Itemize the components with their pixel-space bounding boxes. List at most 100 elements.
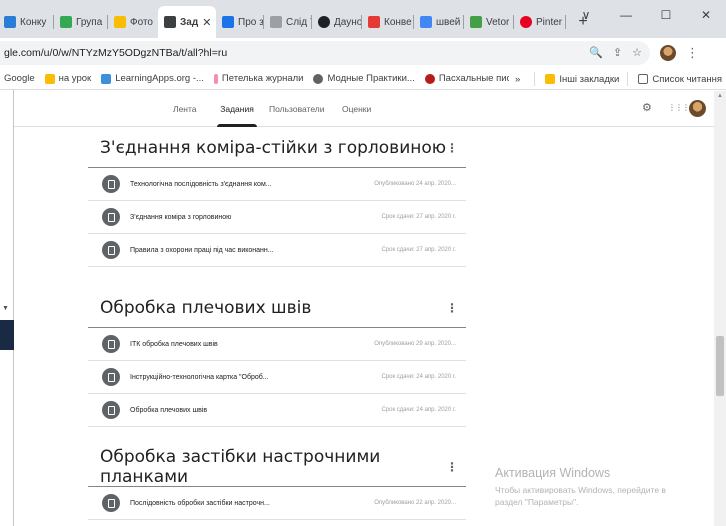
- maximize-button[interactable]: ☐: [646, 8, 686, 22]
- browser-tab[interactable]: Vetor: [464, 6, 514, 38]
- topic-section: З'єднання коміра-стійки з горловиною ⋮ Т…: [88, 133, 466, 267]
- account-avatar[interactable]: [689, 100, 706, 117]
- reading-list-button[interactable]: Список читання: [638, 74, 722, 85]
- scroll-down-arrow-icon: ▼: [2, 305, 9, 312]
- other-bookmarks-folder[interactable]: Інші закладки: [545, 74, 619, 85]
- topic-menu-icon[interactable]: ⋮: [446, 141, 458, 155]
- assignment-title: Послідовність обробки застібки настрочн.…: [130, 499, 270, 507]
- assignment-row[interactable]: ІТК обробка плечових швів Опубликовано 2…: [88, 328, 466, 361]
- material-icon: [102, 175, 120, 193]
- tab-favicon-icon: [222, 16, 234, 28]
- assignment-title: З'єднання коміра з горловиною: [130, 213, 232, 221]
- learningapps-icon: [101, 73, 112, 84]
- tab-favicon-icon: [4, 16, 16, 28]
- page-scrollbar[interactable]: ▲: [714, 91, 726, 526]
- assignment-icon: [102, 401, 120, 419]
- bookmark-icon: [424, 73, 435, 84]
- bookmark-item[interactable]: Google: [4, 73, 35, 84]
- tab-grades[interactable]: Оценки: [342, 91, 371, 127]
- topic-section: Обробка плечових швів ⋮ ІТК обробка плеч…: [88, 293, 466, 427]
- close-window-button[interactable]: ✕: [686, 8, 726, 22]
- tab-favicon-icon: [470, 16, 482, 28]
- tab-favicon-icon: [270, 16, 282, 28]
- share-icon[interactable]: ⇪: [613, 46, 622, 59]
- classroom-favicon-icon: [164, 16, 176, 28]
- topic-title: Обробка застібки настрочними планками ⋮: [100, 447, 458, 487]
- browser-tab-active[interactable]: Зад ✕: [158, 6, 216, 38]
- address-bar[interactable]: gle.com/u/0/w/NTYzMzY5ODgzNTBa/t/all?hl=…: [0, 41, 650, 65]
- assignment-date: Срок сдачи: 24 апр. 2020 г.: [381, 374, 456, 380]
- assignment-title: Обробка плечових швів: [130, 406, 208, 414]
- assignment-date: Опубликовано 22 апр. 2020...: [374, 500, 456, 506]
- tab-people[interactable]: Пользователи: [269, 91, 324, 127]
- bookmarks-overflow-button[interactable]: »: [515, 74, 520, 85]
- tab-search-icon[interactable]: ∨: [566, 8, 606, 22]
- pinterest-favicon-icon: [520, 16, 532, 28]
- assignment-row[interactable]: Правила з охорони праці під час виконанн…: [88, 234, 466, 267]
- browser-tab[interactable]: Про з: [216, 6, 264, 38]
- browser-tab[interactable]: Фото: [108, 6, 158, 38]
- bookmarks-bar: Google на урок LearningApps.org -... Пет…: [0, 68, 726, 90]
- browser-tab[interactable]: Група: [54, 6, 108, 38]
- browser-tab[interactable]: Конку: [0, 6, 54, 38]
- material-icon: [102, 494, 120, 512]
- topic-menu-icon[interactable]: ⋮: [446, 301, 458, 315]
- tab-favicon-icon: [60, 16, 72, 28]
- browser-menu-icon[interactable]: ⋮: [686, 45, 699, 61]
- screen: Конку Група Фото Зад✕ Про з Слід 7 Дауно…: [0, 0, 726, 526]
- bookmark-item[interactable]: LearningApps.org -...: [101, 73, 204, 84]
- tab-favicon-icon: [318, 16, 330, 28]
- watermark-title: Активация Windows: [495, 466, 611, 480]
- profile-avatar[interactable]: [660, 45, 676, 61]
- bookmark-icon: [44, 73, 55, 84]
- topic-title: Обробка плечових швів ⋮: [100, 298, 458, 318]
- assignment-date: Срок сдачи: 24 апр. 2020 г.: [381, 407, 456, 413]
- address-bar-row: gle.com/u/0/w/NTYzMzY5ODgzNTBa/t/all?hl=…: [0, 38, 726, 68]
- assignment-title: Технологічна послідовність з'єднання ком…: [130, 180, 272, 188]
- browser-tab[interactable]: Слід 7: [264, 6, 312, 38]
- topic-menu-icon[interactable]: ⋮: [446, 460, 458, 474]
- bookmarks-right: » Інші закладки Список читання: [509, 68, 722, 89]
- address-bar-icons: 🔍 ⇪ ☆: [589, 46, 642, 59]
- minimize-button[interactable]: —: [606, 8, 646, 22]
- bookmark-star-icon[interactable]: ☆: [632, 46, 642, 59]
- window-controls: ∨ — ☐ ✕: [566, 0, 726, 30]
- google-favicon-icon: [420, 16, 432, 28]
- assignment-row[interactable]: Інструкційно-технологічна картка "Оброб.…: [88, 361, 466, 394]
- scroll-up-arrow-icon[interactable]: ▲: [717, 93, 723, 99]
- bookmark-item[interactable]: Модные Практики...: [313, 73, 415, 84]
- zoom-icon[interactable]: 🔍: [589, 46, 603, 59]
- browser-tab[interactable]: Pinter: [514, 6, 566, 38]
- settings-icon[interactable]: ⚙: [642, 101, 652, 114]
- globe-icon: [313, 73, 324, 84]
- bookmark-item[interactable]: на урок: [44, 73, 91, 84]
- assignment-row[interactable]: З'єднання коміра з горловиною Срок сдачи…: [88, 201, 466, 234]
- folder-icon: [545, 74, 556, 84]
- url-text: gle.com/u/0/w/NTYzMzY5ODgzNTBa/t/all?hl=…: [4, 47, 228, 59]
- watermark-text: Чтобы активировать Windows, перейдите в …: [495, 485, 666, 507]
- background-window-edge: ▼: [0, 90, 14, 526]
- apps-grid-icon[interactable]: ⋮⋮⋮: [668, 103, 690, 112]
- topic-title: З'єднання коміра-стійки з горловиною ⋮: [100, 138, 458, 158]
- browser-tab[interactable]: швей: [414, 6, 464, 38]
- scrollbar-thumb[interactable]: [716, 336, 724, 396]
- browser-tab[interactable]: Конве: [362, 6, 414, 38]
- tab-classwork[interactable]: Задания: [217, 91, 257, 127]
- assignment-row[interactable]: Послідовність обробки застібки настрочн.…: [88, 487, 466, 520]
- windows-activation-watermark: Активация Windows Чтобы активировать Win…: [495, 466, 666, 508]
- topic-section: Обробка застібки настрочними планками ⋮ …: [88, 447, 466, 520]
- divider: [627, 72, 629, 86]
- assignment-title: ІТК обробка плечових швів: [130, 340, 218, 348]
- toolbar-right: ⋮: [660, 45, 699, 61]
- tab-feed[interactable]: Лента: [173, 91, 197, 127]
- assignment-date: Срок сдачи: 27 апр. 2020 г.: [381, 214, 456, 220]
- close-tab-icon[interactable]: ✕: [202, 16, 211, 29]
- background-window-dark-area: [0, 320, 14, 350]
- divider: [534, 72, 536, 86]
- assignment-row[interactable]: Обробка плечових швів Срок сдачи: 24 апр…: [88, 394, 466, 427]
- browser-tab[interactable]: Дауно: [312, 6, 362, 38]
- bookmark-item[interactable]: Петелька журнали: [213, 73, 303, 84]
- assignment-date: Опубликовано 24 апр. 2020...: [374, 181, 456, 187]
- assignment-row[interactable]: Технологічна послідовність з'єднання ком…: [88, 168, 466, 201]
- bookmark-icon: [213, 73, 218, 84]
